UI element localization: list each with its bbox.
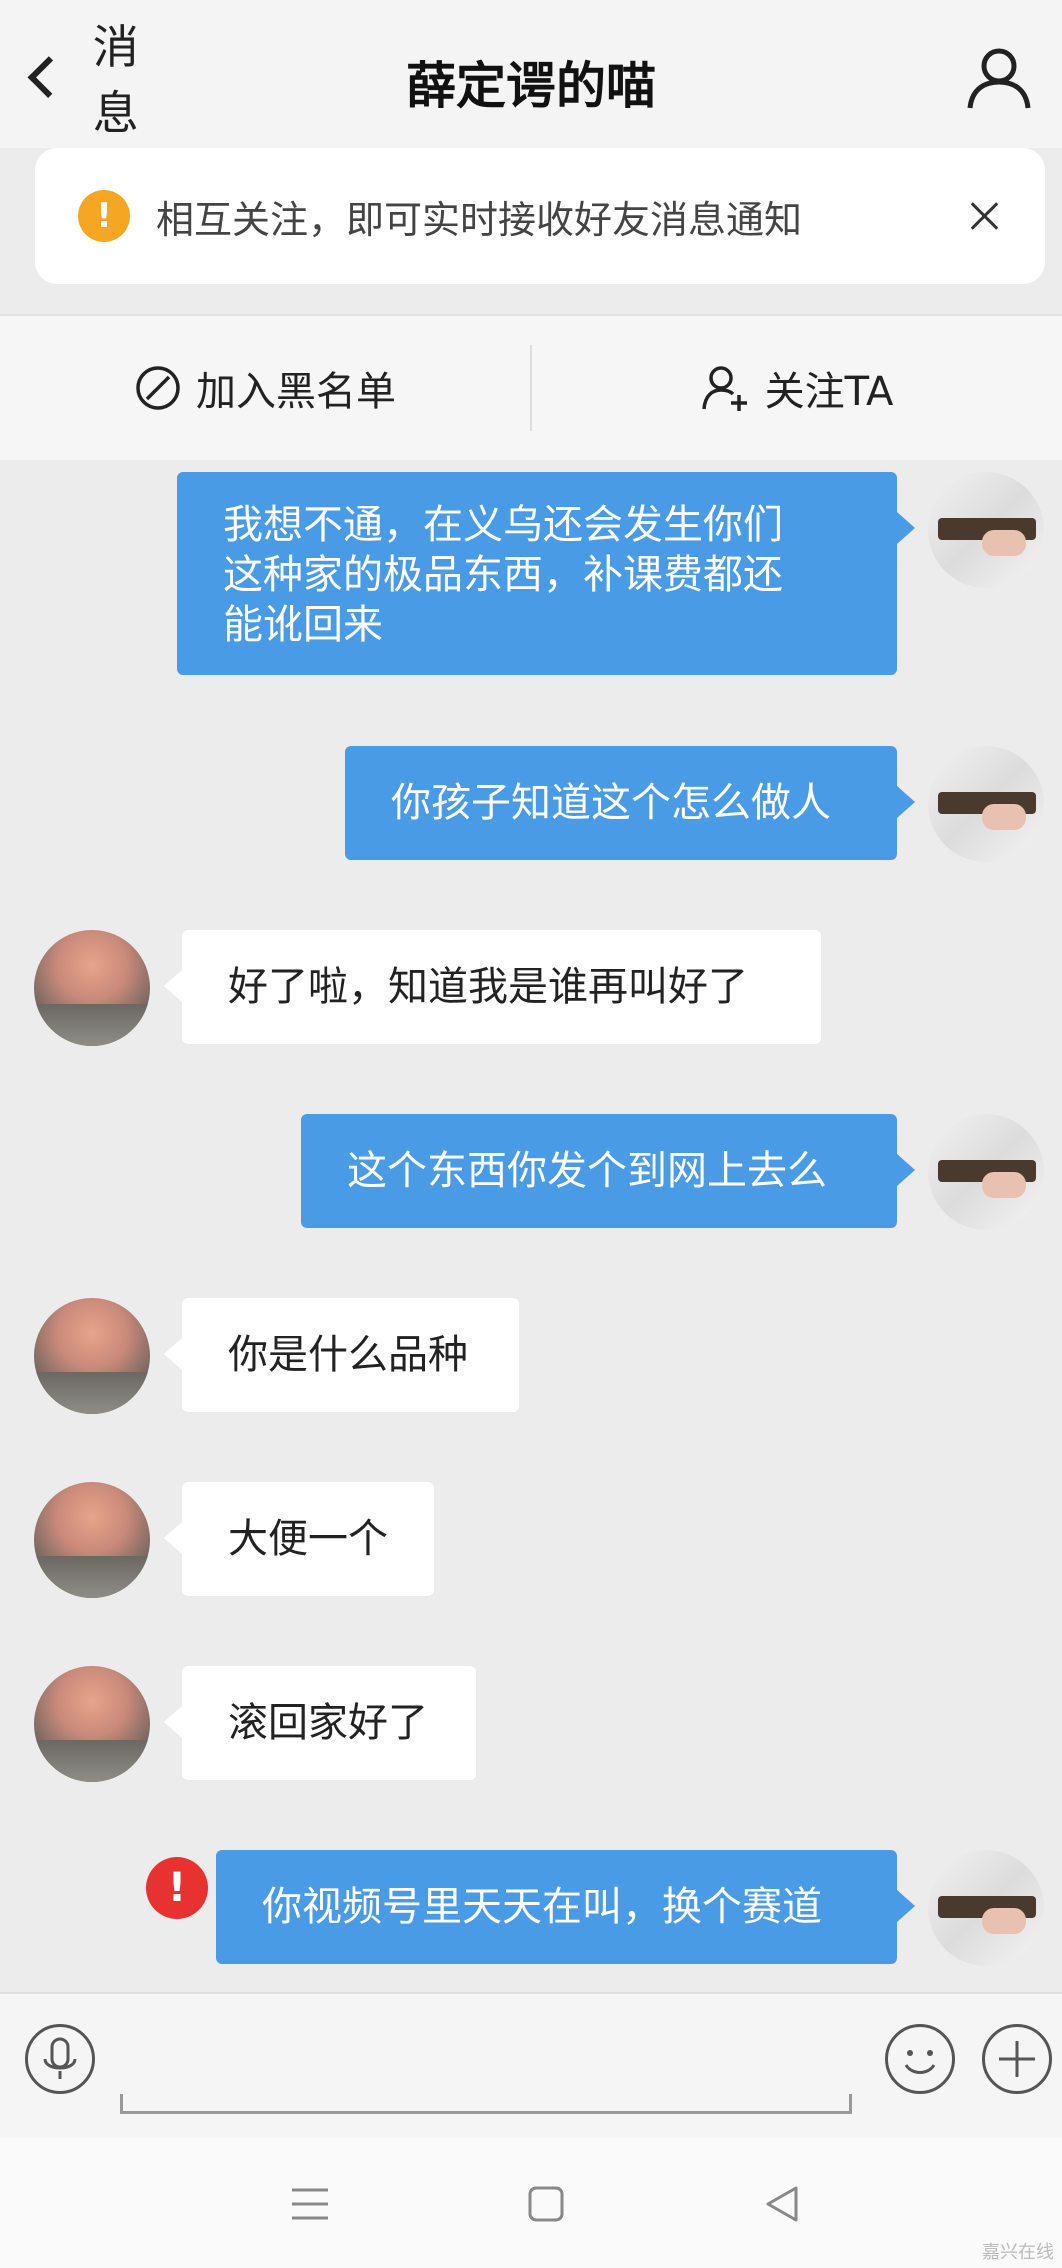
add-button[interactable] bbox=[982, 2024, 1052, 2094]
my-avatar[interactable] bbox=[928, 1114, 1044, 1230]
message-bubble-incoming[interactable]: 好了啦，知道我是谁再叫好了 bbox=[164, 930, 821, 1044]
warning-icon: ! bbox=[78, 190, 130, 242]
message-text: 你是什么品种 bbox=[228, 1332, 468, 1378]
emoji-button[interactable] bbox=[885, 2024, 955, 2094]
add-user-icon bbox=[701, 366, 747, 411]
block-button[interactable]: 加入黑名单 bbox=[0, 316, 530, 460]
profile-button[interactable] bbox=[964, 42, 1034, 112]
my-avatar[interactable] bbox=[928, 472, 1044, 588]
voice-button[interactable] bbox=[25, 2024, 95, 2094]
message-line: 能讹回来 bbox=[223, 602, 383, 648]
message-input[interactable] bbox=[120, 2094, 852, 2114]
message-line: 我想不通，在义乌还会发生你们 bbox=[223, 502, 783, 548]
input-bar bbox=[0, 1992, 1062, 2138]
contact-avatar[interactable] bbox=[34, 1298, 150, 1414]
message-text: 大便一个 bbox=[228, 1516, 388, 1562]
message-bubble-outgoing[interactable]: 你孩子知道这个怎么做人 bbox=[345, 746, 915, 860]
message-bubble-outgoing[interactable]: 这个东西你发个到网上去么 bbox=[301, 1114, 915, 1228]
send-failed-icon[interactable]: ! bbox=[146, 1857, 208, 1919]
message-bubble-incoming[interactable]: 你是什么品种 bbox=[164, 1298, 519, 1412]
home-button[interactable] bbox=[522, 2180, 570, 2228]
contact-avatar[interactable] bbox=[34, 930, 150, 1046]
my-avatar[interactable] bbox=[928, 1850, 1044, 1966]
block-label: 加入黑名单 bbox=[196, 369, 396, 415]
message-text: 你孩子知道这个怎么做人 bbox=[391, 780, 831, 826]
message-text: 你视频号里天天在叫，换个赛道 bbox=[262, 1884, 822, 1930]
my-avatar[interactable] bbox=[928, 746, 1044, 862]
menu-button[interactable] bbox=[286, 2180, 334, 2228]
chat-area[interactable]: 我想不通，在义乌还会发生你们 这种家的极品东西，补课费都还 能讹回来 你孩子知道… bbox=[0, 460, 1062, 1992]
menu-icon bbox=[292, 2188, 328, 2220]
back-nav-button[interactable] bbox=[758, 2180, 806, 2228]
block-icon bbox=[136, 366, 180, 410]
contact-avatar[interactable] bbox=[34, 1482, 150, 1598]
user-icon bbox=[967, 48, 1031, 109]
action-bar: 加入黑名单 关注TA bbox=[0, 316, 1062, 460]
message-bubble-incoming[interactable]: 滚回家好了 bbox=[164, 1666, 476, 1780]
top-bar: 消息 薛定谔的喵 bbox=[0, 0, 1062, 148]
close-icon[interactable] bbox=[955, 186, 1015, 246]
smiley-icon bbox=[904, 2050, 936, 2074]
message-text: 好了啦，知道我是谁再叫好了 bbox=[228, 964, 748, 1010]
follow-button[interactable]: 关注TA bbox=[532, 316, 1062, 460]
message-line: 这种家的极品东西，补课费都还 bbox=[223, 552, 783, 598]
message-bubble-incoming[interactable]: 大便一个 bbox=[164, 1482, 434, 1596]
microphone-icon bbox=[43, 2037, 77, 2079]
system-nav-bar: 嘉兴在线 bbox=[0, 2138, 1062, 2268]
message-text: 滚回家好了 bbox=[228, 1700, 428, 1746]
message-text: 这个东西你发个到网上去么 bbox=[347, 1148, 827, 1194]
triangle-back-icon bbox=[766, 2186, 798, 2222]
follow-label: 关注TA bbox=[764, 369, 894, 415]
message-bubble-outgoing[interactable]: 我想不通，在义乌还会发生你们 这种家的极品东西，补课费都还 能讹回来 bbox=[177, 472, 915, 675]
page-title: 薛定谔的喵 bbox=[406, 57, 656, 115]
message-bubble-outgoing[interactable]: 你视频号里天天在叫，换个赛道 bbox=[216, 1850, 915, 1964]
watermark: 嘉兴在线 bbox=[982, 2242, 1054, 2263]
notice-text: 相互关注，即可实时接收好友消息通知 bbox=[156, 197, 803, 242]
plus-icon bbox=[999, 2041, 1035, 2077]
follow-notice: ! 相互关注，即可实时接收好友消息通知 bbox=[35, 148, 1045, 284]
square-icon bbox=[528, 2186, 564, 2222]
contact-avatar[interactable] bbox=[34, 1666, 150, 1782]
